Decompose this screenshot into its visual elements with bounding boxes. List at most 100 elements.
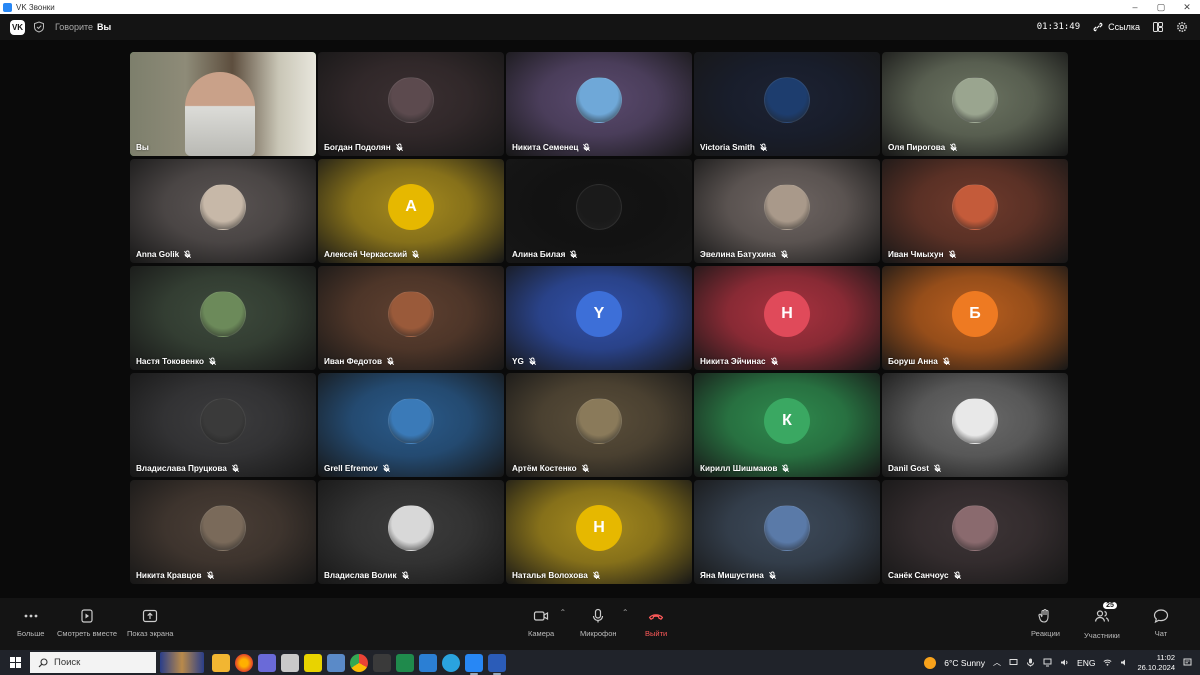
- muted-microphone-icon: [768, 571, 776, 580]
- muted-microphone-icon: [231, 464, 239, 473]
- maximize-button[interactable]: ▢: [1148, 2, 1174, 13]
- participant-name: Вы: [136, 143, 149, 152]
- more-button[interactable]: Больше: [17, 608, 44, 638]
- close-button[interactable]: ✕: [1174, 2, 1200, 13]
- language-indicator[interactable]: ENG: [1077, 658, 1095, 668]
- participant-tile[interactable]: Б Боруш Анна: [882, 266, 1068, 370]
- muted-microphone-icon: [382, 464, 390, 473]
- media-app-icon[interactable]: [304, 653, 322, 672]
- participant-tile[interactable]: А Алексей Черкасский: [318, 159, 504, 263]
- camera-options-chevron-icon[interactable]: ⌃: [560, 608, 567, 617]
- microphone-options-chevron-icon[interactable]: ⌃: [622, 608, 629, 617]
- participants-icon: [1094, 610, 1110, 622]
- participant-tile[interactable]: Victoria Smith: [694, 52, 880, 156]
- file-explorer-icon[interactable]: [212, 653, 230, 672]
- network-icon[interactable]: [1043, 658, 1052, 667]
- mic-tray-icon[interactable]: [1026, 658, 1035, 667]
- participant-tile[interactable]: Яна Мишустина: [694, 480, 880, 584]
- participant-tile[interactable]: Никита Кравцов: [130, 480, 316, 584]
- participant-name: Яна Мишустина: [700, 571, 764, 580]
- layout-icon[interactable]: [1152, 21, 1164, 33]
- volume-icon[interactable]: [1060, 658, 1069, 667]
- leave-call-button[interactable]: Выйти: [645, 608, 667, 638]
- windows-start-button[interactable]: [0, 650, 30, 675]
- reactions-button[interactable]: Реакции: [1031, 608, 1060, 638]
- participant-avatar: [952, 398, 998, 444]
- participant-tile[interactable]: К Кирилл Шишмаков: [694, 373, 880, 477]
- tray-chevron-up-icon[interactable]: ︿: [993, 657, 1001, 668]
- participant-name: Богдан Подолян: [324, 143, 391, 152]
- participant-tile[interactable]: Anna Golik: [130, 159, 316, 263]
- participant-tile[interactable]: Эвелина Батухина: [694, 159, 880, 263]
- word-icon[interactable]: [488, 653, 506, 675]
- chat-button[interactable]: Чат: [1153, 608, 1169, 638]
- muted-microphone-icon: [780, 250, 788, 259]
- wifi-icon[interactable]: [1103, 658, 1112, 667]
- participant-tile[interactable]: Danil Gost: [882, 373, 1068, 477]
- muted-microphone-icon: [759, 143, 767, 152]
- minimize-button[interactable]: –: [1122, 2, 1148, 13]
- participant-nameplate: Эвелина Батухина: [700, 250, 789, 259]
- participants-label: Участники: [1084, 631, 1120, 640]
- system-clock[interactable]: 11:02 26.10.2024: [1137, 653, 1175, 673]
- chrome-icon[interactable]: [350, 653, 368, 672]
- participant-tile[interactable]: Артём Костенко: [506, 373, 692, 477]
- inkscape-icon[interactable]: [373, 653, 391, 672]
- participant-name: Эвелина Батухина: [700, 250, 776, 259]
- current-speaker: Говорите Вы: [55, 22, 111, 32]
- participant-nameplate: YG: [512, 357, 537, 366]
- firefox-icon[interactable]: [235, 653, 253, 672]
- participant-tile[interactable]: Владислав Волик: [318, 480, 504, 584]
- participant-tile[interactable]: Владислава Пруцкова: [130, 373, 316, 477]
- muted-microphone-icon: [583, 143, 591, 152]
- windows-logo-icon: [9, 657, 21, 668]
- participant-avatar: Y: [576, 291, 622, 337]
- muted-microphone-icon: [401, 571, 409, 580]
- search-highlight-image[interactable]: [160, 652, 204, 673]
- vscode-icon[interactable]: [419, 653, 437, 672]
- participant-tile[interactable]: Оля Пирогова: [882, 52, 1068, 156]
- settings-gear-icon[interactable]: [1176, 21, 1188, 33]
- leave-label: Выйти: [645, 629, 668, 638]
- participant-tile[interactable]: Никита Семенец: [506, 52, 692, 156]
- notifications-icon[interactable]: [1183, 658, 1192, 667]
- participant-tile[interactable]: Настя Токовенко: [130, 266, 316, 370]
- participant-tile[interactable]: Вы: [130, 52, 316, 156]
- excel-like-icon[interactable]: [396, 653, 414, 672]
- clock-time: 11:02: [1156, 652, 1175, 662]
- participants-button[interactable]: 25 Участники: [1084, 602, 1120, 640]
- vk-logo[interactable]: VK: [10, 19, 25, 35]
- save-app-icon[interactable]: [258, 653, 276, 672]
- participant-tile[interactable]: Н Наталья Волохова: [506, 480, 692, 584]
- weather-text[interactable]: 6°C Sunny: [944, 658, 985, 668]
- participant-tile[interactable]: Н Никита Эйчинас: [694, 266, 880, 370]
- participant-tile[interactable]: Иван Чмыхун: [882, 159, 1068, 263]
- shield-icon[interactable]: [33, 21, 45, 33]
- participant-tile[interactable]: Y YG: [506, 266, 692, 370]
- participant-nameplate: Вы: [136, 143, 149, 152]
- watch-together-button[interactable]: Смотреть вместе: [57, 608, 117, 638]
- participant-nameplate: Никита Семенец: [512, 143, 591, 152]
- taskbar-search-box[interactable]: Поиск: [30, 652, 156, 673]
- participant-avatar: Н: [576, 505, 622, 551]
- participant-tile[interactable]: Санёк Санчоус: [882, 480, 1068, 584]
- microphone-button[interactable]: Микрофон ⌃: [580, 608, 629, 638]
- participant-tile[interactable]: Алина Билая: [506, 159, 692, 263]
- copy-link-button[interactable]: Ссылка: [1092, 21, 1140, 33]
- display-icon[interactable]: [1009, 658, 1018, 667]
- speaker-icon[interactable]: [1120, 658, 1129, 667]
- participant-nameplate: Владислав Волик: [324, 571, 410, 580]
- participant-tile[interactable]: Grell Efremov: [318, 373, 504, 477]
- camera-button[interactable]: Камера ⌃: [528, 608, 566, 638]
- participant-name: Алина Билая: [512, 250, 566, 259]
- more-dots-icon: [24, 614, 38, 618]
- document-app-icon[interactable]: [281, 653, 299, 672]
- photos-icon[interactable]: [327, 653, 345, 672]
- telegram-icon[interactable]: [442, 653, 460, 672]
- participant-tile[interactable]: Иван Федотов: [318, 266, 504, 370]
- screen-share-button[interactable]: Показ экрана: [127, 608, 173, 638]
- participant-tile[interactable]: Богдан Подолян: [318, 52, 504, 156]
- participant-nameplate: Настя Токовенко: [136, 357, 217, 366]
- chat-bubble-icon: [1153, 609, 1169, 624]
- vk-calls-taskbar-icon[interactable]: [465, 653, 483, 675]
